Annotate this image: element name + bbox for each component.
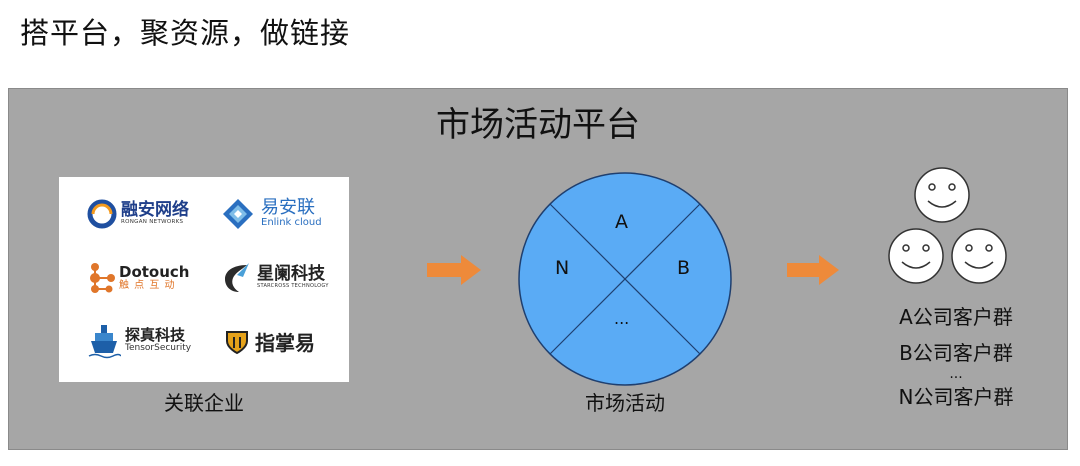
dotouch-sub: 触 点 互 动 <box>119 279 176 291</box>
zhizhangyi-name: 指掌易 <box>255 331 315 355</box>
rongan-icon <box>87 199 117 229</box>
dotouch-name: Dotouch <box>119 262 190 281</box>
smiley-face-icon <box>951 228 1007 284</box>
ship-icon <box>88 325 121 359</box>
smiley-face-icon <box>914 167 970 223</box>
tanzhen-sub: TensorSecurity <box>125 343 192 354</box>
activity-caption: 市场活动 <box>585 391 665 415</box>
enlink-sub: Enlink cloud <box>261 217 322 229</box>
slide-title: 搭平台，聚资源，做链接 <box>20 16 351 50</box>
zhizhangyi-logo: 指掌易 <box>225 327 315 356</box>
related-companies-panel: 融安网络 RONGAN NETWORKS 易安联 Enlink cloud Do… <box>59 177 349 382</box>
customer-groups-list: A公司客户群 B公司客户群 ... N公司客户群 <box>889 299 1023 415</box>
rongan-logo: 融安网络 RONGAN NETWORKS <box>87 199 189 229</box>
unicorn-icon <box>225 263 249 292</box>
enlink-logo: 易安联 Enlink cloud <box>221 197 322 231</box>
dotouch-icon <box>90 263 115 293</box>
rongan-sub: RONGAN NETWORKS <box>121 219 184 226</box>
enlink-icon <box>223 199 253 229</box>
group-a: A公司客户群 <box>899 305 1013 329</box>
platform-title: 市场活动平台 <box>436 105 640 145</box>
xinglan-name: 星阑科技 <box>257 264 325 285</box>
group-n: N公司客户群 <box>898 385 1014 409</box>
tanzhen-logo: 探真科技 TensorSecurity <box>87 323 191 359</box>
arrow-right-icon <box>427 255 481 285</box>
enlink-name: 易安联 <box>261 197 315 219</box>
xinglan-sub: STARCROSS TECHNOLOGY <box>257 283 329 290</box>
rongan-name: 融安网络 <box>121 200 189 221</box>
dotouch-logo: Dotouch 触 点 互 动 <box>87 261 189 295</box>
xinglan-logo: 星阑科技 STARCROSS TECHNOLOGY <box>221 261 329 295</box>
quadrant-circle <box>518 172 732 386</box>
tanzhen-name: 探真科技 <box>125 326 186 345</box>
smiley-face-icon <box>888 228 944 284</box>
market-activity-platform: 市场活动平台 融安网络 RONGAN NETWORKS 易安联 Enlink c… <box>8 88 1068 450</box>
activity-circle: A B N ... <box>517 171 733 391</box>
related-companies-caption: 关联企业 <box>164 391 244 415</box>
customer-faces <box>888 167 1007 284</box>
quadrant-a: A <box>615 211 628 233</box>
quadrant-n: N <box>555 257 570 279</box>
shield-icon <box>226 330 248 354</box>
quadrant-b: B <box>677 257 691 279</box>
arrow-right-icon <box>787 255 839 285</box>
quadrant-ellipsis: ... <box>614 309 630 328</box>
